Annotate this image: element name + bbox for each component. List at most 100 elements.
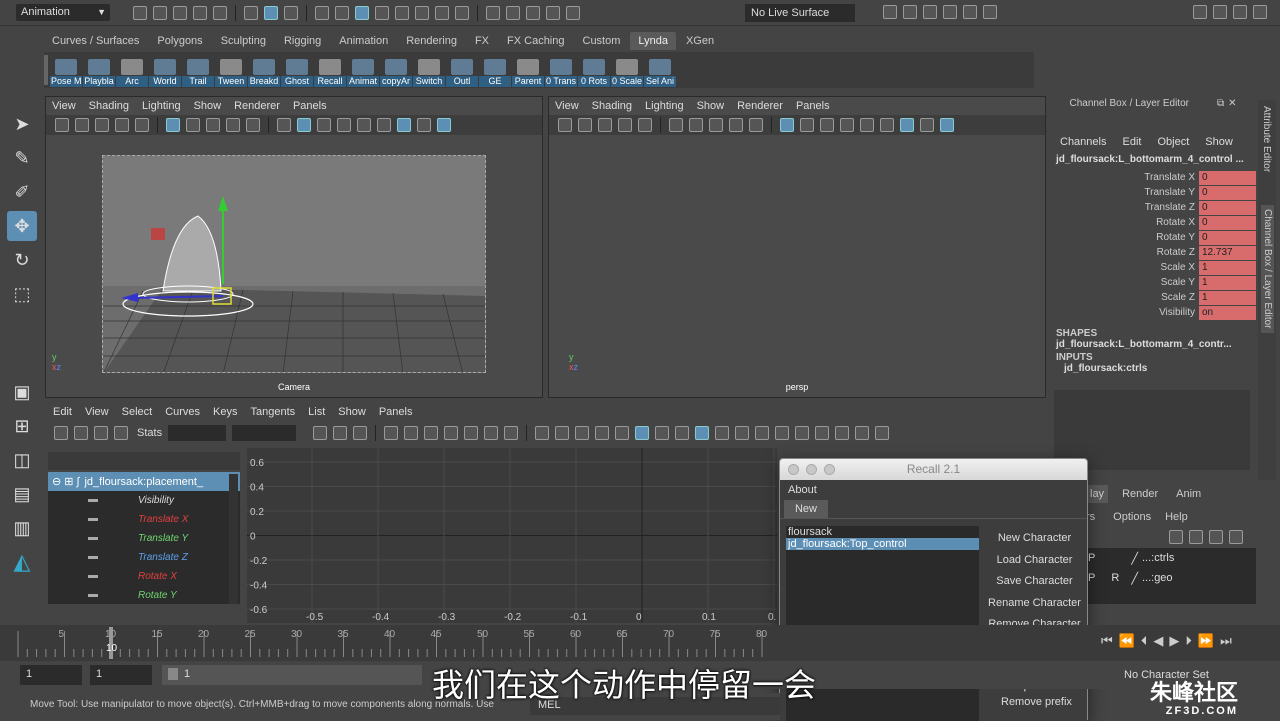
shelf-tab-fx[interactable]: FX bbox=[467, 32, 497, 50]
outliner-channel[interactable]: Visibility bbox=[48, 491, 240, 510]
construction-history-icon[interactable] bbox=[526, 6, 540, 20]
graph-menu-view[interactable]: View bbox=[85, 406, 109, 418]
panel-menu-view[interactable]: View bbox=[52, 100, 76, 112]
unify-tangent-icon[interactable] bbox=[555, 426, 570, 440]
textured-icon[interactable] bbox=[820, 118, 834, 132]
flat-tangent-icon[interactable] bbox=[464, 426, 479, 440]
stats-field-2[interactable] bbox=[232, 425, 297, 441]
outliner-channel[interactable]: Translate X bbox=[48, 510, 240, 529]
graph-menu-tangents[interactable]: Tangents bbox=[251, 406, 296, 418]
graph-menu-curves[interactable]: Curves bbox=[165, 406, 200, 418]
image-plane-icon[interactable] bbox=[115, 118, 129, 132]
rotate-tool-icon[interactable]: ↻ bbox=[7, 245, 37, 275]
panel-menu-view[interactable]: View bbox=[555, 100, 579, 112]
step-back-frame-icon[interactable]: ⏴ bbox=[1141, 633, 1148, 649]
hypershade-icon[interactable] bbox=[963, 5, 977, 19]
tool-settings-icon[interactable] bbox=[1233, 5, 1247, 19]
camera-icon[interactable] bbox=[558, 118, 572, 132]
channel-attribute-value[interactable]: 0 bbox=[1199, 215, 1256, 230]
shelf-tab-custom[interactable]: Custom bbox=[575, 32, 629, 50]
channel-box-icon[interactable] bbox=[1253, 5, 1267, 19]
four-pane-layout-icon[interactable]: ⊞ bbox=[7, 411, 37, 441]
play-forward-icon[interactable]: ▶ bbox=[1169, 633, 1179, 649]
shelf-button[interactable]: 0 Scale bbox=[611, 53, 643, 87]
animation-start-field[interactable]: 1 bbox=[20, 665, 82, 685]
recall-load-character-button[interactable]: Load Character bbox=[984, 549, 1085, 570]
new-layer-icon[interactable] bbox=[1209, 530, 1223, 544]
channel-menu-channels[interactable]: Channels bbox=[1060, 136, 1106, 148]
channel-attribute-row[interactable]: Translate X 0 bbox=[1050, 170, 1256, 185]
select-object-icon[interactable] bbox=[264, 6, 278, 20]
xray-joints-icon[interactable] bbox=[940, 118, 954, 132]
recall-rename-character-button[interactable]: Rename Character bbox=[984, 592, 1085, 613]
paint-select-icon[interactable] bbox=[506, 6, 520, 20]
image-plane-icon[interactable] bbox=[618, 118, 632, 132]
remove-prefix-label[interactable]: Remove prefix bbox=[1001, 696, 1072, 708]
step-tangent-icon[interactable] bbox=[484, 426, 499, 440]
select-hierarchy-icon[interactable] bbox=[244, 6, 258, 20]
undo-icon[interactable] bbox=[193, 6, 207, 20]
isolate-icon[interactable] bbox=[397, 118, 411, 132]
range-slider[interactable]: 1 bbox=[162, 665, 422, 685]
collapse-icon[interactable]: ⊖ bbox=[52, 475, 61, 488]
channel-attribute-row[interactable]: Scale X 1 bbox=[1050, 260, 1256, 275]
character-list-item[interactable]: floursack bbox=[786, 526, 979, 538]
snap-view-icon[interactable] bbox=[375, 6, 389, 20]
graph-menu-select[interactable]: Select bbox=[122, 406, 153, 418]
soft-select-icon[interactable] bbox=[566, 6, 580, 20]
free-weight-icon[interactable] bbox=[575, 426, 590, 440]
channel-attribute-row[interactable]: Scale Z 1 bbox=[1050, 290, 1256, 305]
channel-attribute-value[interactable]: on bbox=[1199, 305, 1256, 320]
channel-menu-object[interactable]: Object bbox=[1157, 136, 1189, 148]
time-slider[interactable]: 510152025303540455055606570758010 bbox=[0, 625, 1280, 661]
snap-point-icon[interactable] bbox=[355, 6, 369, 20]
layer-row[interactable]: P ╱ ...:ctrls bbox=[1086, 548, 1256, 568]
render-settings-icon[interactable] bbox=[943, 5, 957, 19]
shelf-button[interactable]: Outl bbox=[446, 53, 478, 87]
outliner-scrollbar[interactable] bbox=[229, 474, 238, 604]
close-icon[interactable]: ✕ bbox=[1228, 98, 1236, 109]
shelf-button[interactable]: Recall bbox=[314, 53, 346, 87]
play-backward-icon[interactable]: ◀ bbox=[1153, 633, 1163, 649]
panel-menu-renderer[interactable]: Renderer bbox=[737, 100, 783, 112]
shadows-icon[interactable] bbox=[860, 118, 874, 132]
safe-action-icon[interactable] bbox=[729, 118, 743, 132]
panel-menu-renderer[interactable]: Renderer bbox=[234, 100, 280, 112]
open-scene-icon[interactable] bbox=[153, 6, 167, 20]
layer-reference-toggle[interactable]: R bbox=[1111, 572, 1127, 584]
recall-new-character-button[interactable]: New Character bbox=[984, 528, 1085, 548]
clamped-tangent-icon[interactable] bbox=[424, 426, 439, 440]
wireframe-icon[interactable] bbox=[277, 118, 291, 132]
persp-graph-layout-icon[interactable]: ▤ bbox=[7, 479, 37, 509]
inputs-node[interactable]: jd_floursack:ctrls bbox=[1050, 363, 1256, 374]
recall-save-character-button[interactable]: Save Character bbox=[984, 571, 1085, 591]
shelf-button[interactable]: 0 Rots bbox=[578, 53, 610, 87]
help-menu[interactable]: Help bbox=[1165, 511, 1188, 523]
stats-field-1[interactable] bbox=[168, 425, 227, 441]
insert-key-icon[interactable] bbox=[74, 426, 88, 440]
channel-menu-edit[interactable]: Edit bbox=[1122, 136, 1141, 148]
graph-menu-panels[interactable]: Panels bbox=[379, 406, 413, 418]
modeling-toolkit-icon[interactable] bbox=[1193, 5, 1207, 19]
channel-attribute-value[interactable]: 1 bbox=[1199, 275, 1256, 290]
shelf-tab-lynda[interactable]: Lynda bbox=[630, 32, 676, 50]
go-to-start-icon[interactable]: ⏮ bbox=[1101, 633, 1113, 649]
move-tool-icon[interactable]: ✥ bbox=[7, 211, 37, 241]
live-surface-field[interactable]: No Live Surface bbox=[745, 4, 855, 22]
render-frame-icon[interactable] bbox=[903, 5, 917, 19]
shelf-button[interactable]: Pose M bbox=[50, 53, 82, 87]
channel-attribute-row[interactable]: Rotate Z 12.737 bbox=[1050, 245, 1256, 260]
denormalize-icon[interactable] bbox=[675, 426, 690, 440]
panel-menu-show[interactable]: Show bbox=[697, 100, 725, 112]
snap-grid-icon[interactable] bbox=[315, 6, 329, 20]
layer-playback-toggle[interactable]: P bbox=[1088, 572, 1095, 584]
outliner-root-item[interactable]: ⊖ ⊞ ∫ jd_floursack:placement_ bbox=[48, 472, 240, 491]
outliner-filter[interactable] bbox=[48, 452, 240, 470]
graph-menu-show[interactable]: Show bbox=[338, 406, 366, 418]
resolution-gate-icon[interactable] bbox=[669, 118, 683, 132]
graph-grid-icon[interactable] bbox=[855, 426, 870, 440]
arnold-icon[interactable] bbox=[983, 5, 997, 19]
snap-curve-icon[interactable] bbox=[335, 6, 349, 20]
outliner-layout-icon[interactable]: ▥ bbox=[7, 513, 37, 543]
channel-attribute-value[interactable]: 0 bbox=[1199, 170, 1256, 185]
